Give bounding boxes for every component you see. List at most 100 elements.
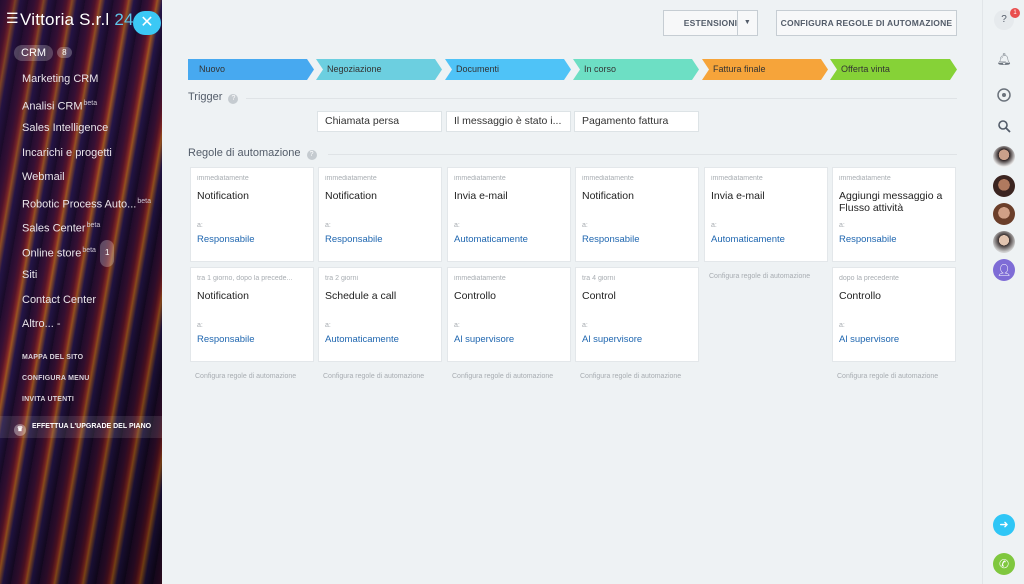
- stage-fattura-finale[interactable]: Fattura finale: [702, 59, 828, 80]
- rule-card[interactable]: immediatamente Controllo a: Al supervisore: [447, 267, 571, 362]
- sidebar-item-crm[interactable]: CRM 8: [0, 45, 162, 67]
- close-icon[interactable]: ✕: [133, 11, 161, 35]
- sidebar-item-sales-center[interactable]: Sales Centerbeta: [0, 214, 162, 239]
- rule-a-label: a:: [325, 322, 331, 329]
- hamburger-icon[interactable]: ☰: [6, 10, 19, 27]
- sidebar-item-siti[interactable]: Siti: [0, 263, 162, 288]
- sidebar-item-label: Altro...: [22, 318, 57, 330]
- configure-rules-link[interactable]: Configura regole di automazione: [837, 373, 938, 380]
- sidebar-item-sales-intelligence[interactable]: Sales Intelligence: [0, 116, 162, 141]
- rule-a-label: a:: [454, 322, 460, 329]
- stage-negoziazione[interactable]: Negoziazione: [316, 59, 442, 80]
- rule-assignee-link[interactable]: Automaticamente: [325, 334, 399, 345]
- stage-label: Fattura finale: [713, 64, 766, 74]
- configure-rules-link[interactable]: Configura regole di automazione: [580, 373, 681, 380]
- sidebar-link-mappa[interactable]: MAPPA DEL SITO: [0, 347, 162, 368]
- rule-delay: tra 4 giorni: [582, 275, 616, 282]
- search-icon[interactable]: [994, 116, 1014, 136]
- sidebar-item-webmail[interactable]: Webmail: [0, 165, 162, 190]
- configure-rules-link[interactable]: Configura regole di automazione: [709, 273, 810, 280]
- chevron-down-icon[interactable]: ▼: [737, 11, 757, 35]
- stage-documenti[interactable]: Documenti: [445, 59, 571, 80]
- configure-automation-button[interactable]: CONFIGURA REGOLE DI AUTOMAZIONE: [776, 10, 957, 36]
- sidebar-item-online-store[interactable]: Online storebeta 1: [0, 239, 162, 267]
- rule-delay: tra 1 giorno, dopo la precede...: [197, 275, 293, 282]
- sidebar-item-label: Analisi CRM: [22, 100, 83, 113]
- sidebar-item-rpa[interactable]: Robotic Process Auto...beta: [0, 190, 162, 215]
- rule-assignee-link[interactable]: Al supervisore: [839, 334, 899, 345]
- rule-assignee-link[interactable]: Responsabile: [197, 334, 255, 345]
- rule-card[interactable]: immediatamente Notification a: Responsabile: [318, 167, 442, 262]
- stage-label: Nuovo: [199, 64, 226, 74]
- stage-in-corso[interactable]: In corso: [573, 59, 699, 80]
- rule-a-label: a:: [197, 222, 203, 229]
- phone-icon[interactable]: ✆: [993, 553, 1015, 575]
- contact-avatar[interactable]: [993, 203, 1015, 225]
- stage-offerta-vinta[interactable]: Offerta vinta: [830, 59, 957, 80]
- rule-delay: immediatamente: [711, 175, 763, 182]
- sidebar-item-marketing-crm[interactable]: Marketing CRM: [0, 67, 162, 92]
- rule-assignee-link[interactable]: Responsabile: [839, 234, 897, 245]
- rule-title: Controllo: [454, 290, 497, 302]
- altro-count: -: [56, 318, 61, 330]
- company-suffix: 24: [114, 10, 134, 29]
- upgrade-plan-button[interactable]: ♛ EFFETTUA L'UPGRADE DEL PIANO: [0, 415, 162, 438]
- configure-rules-link[interactable]: Configura regole di automazione: [195, 373, 296, 380]
- bell-icon[interactable]: 🔔︎: [994, 49, 1014, 69]
- help-icon[interactable]: ?: [306, 150, 317, 160]
- rule-card[interactable]: immediatamente Invia e-mail a: Automaticame…: [447, 167, 571, 262]
- rule-title: Aggiungi messaggio a Flusso attività: [839, 190, 943, 214]
- rule-card[interactable]: immediatamente Notification a: Responsabile: [575, 167, 699, 262]
- rule-card[interactable]: immediatamente Notification a: Responsabile: [190, 167, 314, 262]
- rule-title: Schedule a call: [325, 290, 397, 302]
- rule-assignee-link[interactable]: Al supervisore: [582, 334, 642, 345]
- rule-card[interactable]: tra 4 giorni Control a: Al supervisore: [575, 267, 699, 362]
- rule-assignee-link[interactable]: Responsabile: [325, 234, 383, 245]
- rule-delay: dopo la precedente: [839, 275, 899, 282]
- configure-rules-link[interactable]: Configura regole di automazione: [452, 373, 553, 380]
- sidebar-link-configura-menu[interactable]: CONFIGURA MENU: [0, 368, 162, 389]
- open-channels-icon[interactable]: ➜: [993, 514, 1015, 536]
- stage-nuovo[interactable]: Nuovo: [188, 59, 314, 80]
- rule-a-label: a:: [582, 222, 588, 229]
- trigger-messaggio[interactable]: Il messaggio è stato i...: [446, 111, 571, 132]
- sidebar-item-altro[interactable]: Altro... -: [0, 312, 162, 337]
- chat-icon[interactable]: [994, 85, 1014, 105]
- rule-a-label: a:: [454, 222, 460, 229]
- sidebar-link-invita-utenti[interactable]: INVITA UTENTI: [0, 389, 162, 410]
- divider: [246, 98, 957, 99]
- rule-assignee-link[interactable]: Responsabile: [197, 234, 255, 245]
- company-logo[interactable]: ☰Vittoria S.r.l 24: [6, 10, 134, 30]
- sidebar-item-analisi-crm[interactable]: Analisi CRMbeta: [0, 92, 162, 117]
- rule-assignee-link[interactable]: Responsabile: [582, 234, 640, 245]
- rule-assignee-link[interactable]: Al supervisore: [454, 334, 514, 345]
- divider: [328, 154, 957, 155]
- contact-avatar[interactable]: [993, 231, 1015, 253]
- help-icon[interactable]: ?: [228, 94, 239, 104]
- rule-a-label: a:: [582, 322, 588, 329]
- rule-card[interactable]: tra 1 giorno, dopo la precede... Notifica…: [190, 267, 314, 362]
- rule-card[interactable]: tra 2 giorni Schedule a call a: Automaticam…: [318, 267, 442, 362]
- rule-assignee-link[interactable]: Automaticamente: [711, 234, 785, 245]
- sidebar-item-incarichi[interactable]: Incarichi e progetti: [0, 141, 162, 166]
- sidebar-item-label: Sales Center: [22, 222, 86, 235]
- contact-avatar[interactable]: [993, 175, 1015, 197]
- rule-card[interactable]: dopo la precedente Controllo a: Al supervis…: [832, 267, 956, 362]
- configure-rules-link[interactable]: Configura regole di automazione: [323, 373, 424, 380]
- sidebar-item-label: Online store: [22, 247, 82, 260]
- extensions-button[interactable]: ESTENSIONI ▼: [663, 10, 758, 36]
- add-user-icon[interactable]: 👤︎: [993, 259, 1015, 281]
- main-content: ESTENSIONI ▼ CONFIGURA REGOLE DI AUTOMAZI…: [162, 0, 982, 584]
- stage-label: Documenti: [456, 64, 500, 74]
- sidebar-item-contact-center[interactable]: Contact Center: [0, 288, 162, 313]
- rule-card[interactable]: immediatamente Aggiungi messaggio a Fluss…: [832, 167, 956, 262]
- rule-assignee-link[interactable]: Automaticamente: [454, 234, 528, 245]
- trigger-chiamata-persa[interactable]: Chiamata persa: [317, 111, 442, 132]
- company-name: Vittoria S.r.l: [20, 10, 110, 29]
- rule-card[interactable]: immediatamente Invia e-mail a: Automaticame…: [704, 167, 828, 262]
- contact-avatar[interactable]: [993, 146, 1015, 168]
- trigger-pagamento-fattura[interactable]: Pagamento fattura: [574, 111, 699, 132]
- rule-delay: immediatamente: [582, 175, 634, 182]
- sidebar-item-label: Webmail: [22, 171, 65, 183]
- rule-a-label: a:: [839, 322, 845, 329]
